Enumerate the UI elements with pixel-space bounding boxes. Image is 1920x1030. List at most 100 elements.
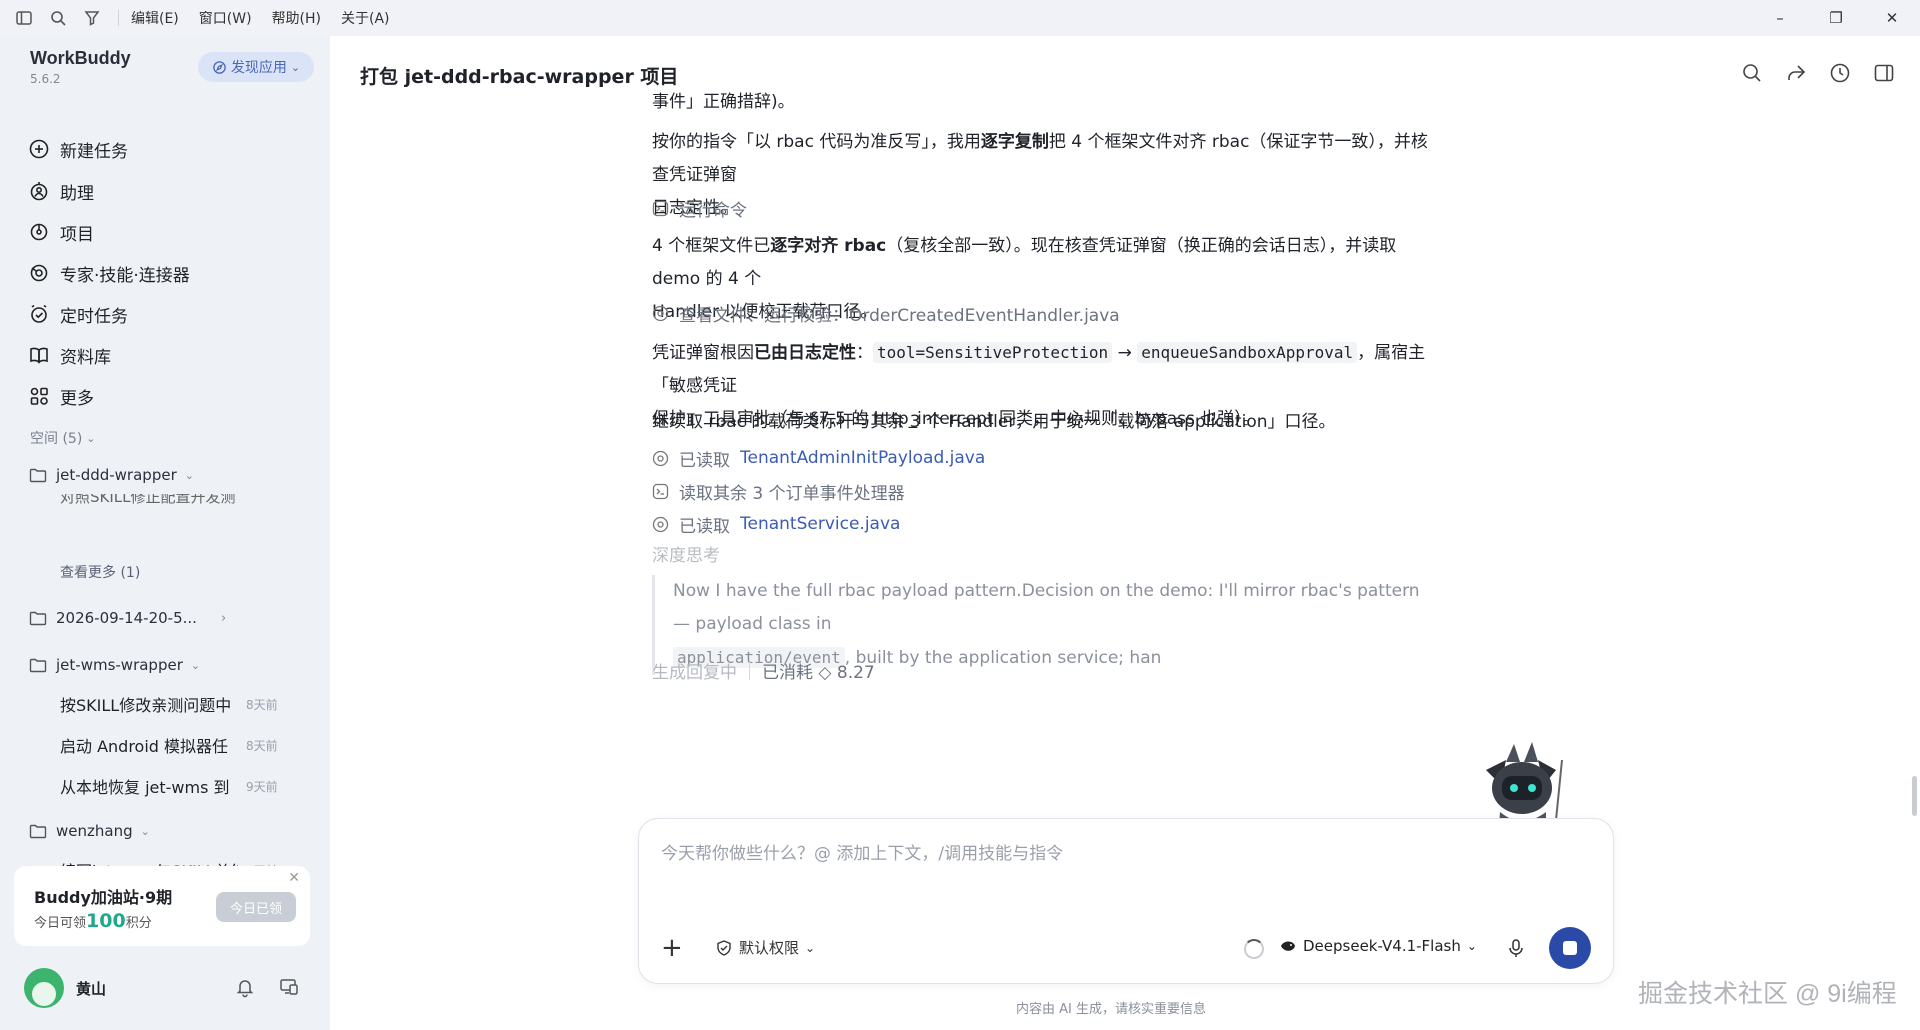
scrollbar-thumb[interactable] — [1912, 776, 1917, 816]
file-link[interactable]: TenantAdminInitPayload.java — [740, 448, 985, 468]
menu-about[interactable]: 关于(A) — [341, 8, 390, 28]
eye-icon — [652, 450, 669, 466]
tool-call-view-file[interactable]: 查看文件、运行校验：OrderCreatedEventHandler.java — [652, 300, 1120, 326]
tool-call-read-file[interactable]: 已读取 TenantService.java — [652, 511, 900, 537]
restore-button[interactable]: ❐ — [1808, 0, 1864, 36]
discover-apps-button[interactable]: 发现应用 ⌄ — [198, 52, 314, 82]
close-button[interactable]: ✕ — [1864, 0, 1920, 36]
tool-call-run-command[interactable]: 运行命令 — [652, 195, 747, 221]
nav-assistant[interactable]: 助理 — [28, 174, 308, 208]
history-icon[interactable] — [1828, 61, 1852, 85]
task-item[interactable]: 启动 Android 模拟器任 8天前 — [60, 730, 310, 760]
user-name: 黄山 — [76, 979, 107, 998]
promo-title: Buddy加油站·9期 — [34, 888, 173, 907]
promo-points-line: 今日可领100积分 — [34, 910, 152, 932]
task-title: 启动 Android 模拟器任 — [60, 737, 229, 756]
text: 按你的指令「以 rbac 代码为准反写」，我用 — [652, 132, 981, 152]
task-date: 9天前 — [246, 779, 278, 794]
chat-input-placeholder[interactable]: 今天帮你做些什么？@ 添加上下文，/调用技能与指令 — [661, 839, 1063, 864]
assistant-icon — [30, 182, 48, 201]
chevron-down-icon: ⌄ — [140, 824, 150, 838]
filter-icon[interactable] — [82, 8, 102, 28]
loading-spinner-icon — [1244, 939, 1264, 959]
message-paragraph: 事件」正确措辞)。 — [652, 92, 795, 112]
bold-text: 逐字对齐 rbac — [770, 236, 887, 256]
add-attachment-button[interactable]: + — [661, 933, 683, 963]
model-selector[interactable]: Deepseek-V4.1-Flash ⌄ — [1279, 937, 1477, 955]
stop-generation-button[interactable] — [1549, 927, 1591, 969]
space-folder-jet-ddd-wrapper[interactable]: jet-ddd-wrapper ⌄ — [28, 460, 318, 490]
panel-toggle-icon[interactable] — [1872, 61, 1896, 85]
promo-points: 100 — [86, 910, 126, 932]
inline-code: tool=SensitiveProtection — [873, 342, 1113, 363]
text: Now I have the full rbac payload pattern… — [673, 581, 1420, 634]
chat-input-box[interactable]: 今天帮你做些什么？@ 添加上下文，/调用技能与指令 + 默认权限 ⌄ Deeps… — [638, 818, 1614, 984]
nav-scheduled-tasks[interactable]: 定时任务 — [28, 297, 308, 331]
share-icon[interactable] — [1784, 61, 1808, 85]
eye-icon — [652, 305, 669, 321]
search-icon[interactable] — [1740, 61, 1764, 85]
brand-name: WorkBuddy — [30, 48, 131, 68]
inline-code: enqueueSandboxApproval — [1137, 342, 1358, 363]
see-more-link[interactable]: 查看更多 (1) — [60, 562, 140, 582]
chevron-down-icon: ⌄ — [190, 658, 201, 672]
clipped-task-item[interactable]: 对照SKILL修正配置开发测 — [60, 494, 290, 506]
tool-label: 已读取 — [679, 516, 730, 537]
device-icon[interactable] — [278, 976, 300, 998]
deep-thinking-label[interactable]: 深度思考 — [652, 541, 720, 566]
nav-label: 更多 — [60, 388, 94, 409]
chevron-down-icon: ⌄ — [290, 60, 301, 74]
tool-label: 查看文件、运行校验：OrderCreatedEventHandler.java — [679, 305, 1120, 326]
text: 凭证弹窗根因 — [652, 343, 754, 363]
chevron-down-icon: ⌄ — [805, 940, 816, 955]
nav-new-task[interactable]: 新建任务 — [28, 132, 308, 166]
microphone-icon[interactable] — [1505, 937, 1527, 959]
space-folder-jet-wms-wrapper[interactable]: jet-wms-wrapper ⌄ — [28, 650, 318, 680]
chevron-down-icon: ⌄ — [184, 468, 194, 482]
permission-selector[interactable]: 默认权限 ⌄ — [715, 937, 815, 958]
watermark: 掘金技术社区 @ 9i编程 — [1638, 980, 1897, 1008]
spaces-label: 空间 (5) — [30, 431, 83, 447]
bell-icon[interactable] — [234, 976, 256, 998]
nav-experts[interactable]: 专家·技能·连接器 — [28, 256, 308, 290]
main-panel: 打包 jet-ddd-rbac-wrapper 项目 事件」正确措辞)。 按你的… — [330, 36, 1920, 1030]
menu-window[interactable]: 窗口(W) — [199, 8, 252, 28]
tool-label: 运行命令 — [679, 200, 747, 221]
expert-icon — [30, 264, 48, 282]
menu-edit[interactable]: 编辑(E) — [131, 8, 179, 28]
space-folder-wenzhang[interactable]: wenzhang ⌄ — [28, 816, 318, 846]
folder-icon — [29, 611, 47, 626]
stop-icon — [1563, 941, 1577, 955]
nav-label: 助理 — [60, 183, 94, 204]
spaces-header[interactable]: 空间 (5) ⌄ — [30, 428, 96, 448]
promo-line-prefix: 今日可领 — [34, 916, 87, 931]
task-item[interactable]: 从本地恢复 jet-wms 到 9天前 — [60, 771, 310, 801]
menu-help[interactable]: 帮助(H) — [272, 8, 321, 28]
tool-call-read-file[interactable]: 已读取 TenantAdminInitPayload.java — [652, 445, 985, 471]
avatar[interactable] — [24, 968, 64, 1008]
status-divider — [749, 661, 750, 680]
close-icon[interactable]: ✕ — [288, 870, 300, 886]
book-icon — [30, 347, 48, 364]
task-date: 8天前 — [246, 697, 278, 712]
nav-label: 新建任务 — [60, 141, 128, 162]
terminal-icon — [652, 483, 669, 499]
space-folder-2026-09-14[interactable]: 2026-09-14-20-5... › — [28, 603, 318, 633]
search-icon[interactable] — [48, 8, 68, 28]
folder-name: wenzhang — [56, 822, 133, 840]
nav-library[interactable]: 资料库 — [28, 338, 308, 372]
minimize-button[interactable]: – — [1752, 0, 1808, 36]
promo-claimed-button[interactable]: 今日已领 — [216, 892, 296, 922]
menubar-divider — [118, 10, 119, 26]
tool-call-read-handlers[interactable]: 读取其余 3 个订单事件处理器 — [652, 478, 905, 504]
nav-projects[interactable]: 项目 — [28, 215, 308, 249]
text: → — [1112, 343, 1138, 363]
task-item[interactable]: 按SKILL修改亲测问题中 8天前 — [60, 689, 310, 719]
eye-icon — [652, 516, 669, 532]
sidebar-toggle-icon[interactable] — [14, 8, 34, 28]
user-profile[interactable]: 黄山 — [24, 968, 106, 1008]
folder-name: jet-wms-wrapper — [56, 656, 183, 674]
nav-more[interactable]: 更多 — [28, 379, 308, 413]
page-title: 打包 jet-ddd-rbac-wrapper 项目 — [360, 66, 679, 88]
file-link[interactable]: TenantService.java — [740, 514, 900, 534]
